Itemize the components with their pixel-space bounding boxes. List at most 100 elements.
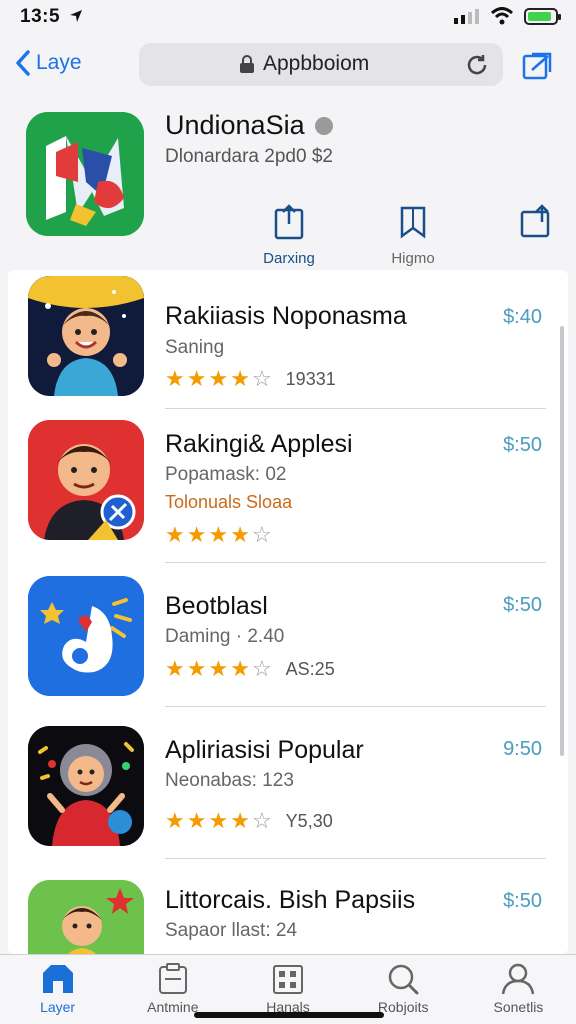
app-subtitle: Popamask: 02: [165, 464, 287, 485]
clipboard-icon: [158, 963, 187, 994]
star-filled-icon: ★: [208, 366, 229, 391]
row-divider: [165, 408, 546, 409]
row-divider: [165, 706, 546, 707]
reload-icon[interactable]: [465, 53, 489, 77]
list-item[interactable]: Rakiiasis Noponasma Saning ★ ★ ★ ★ ☆ 19331 $…: [8, 274, 568, 410]
featured-action-label: Darxing: [263, 250, 315, 267]
row-divider: [165, 858, 546, 859]
bookmark-icon: [400, 206, 426, 239]
tab-label: Robjoits: [377, 999, 429, 1015]
star-empty-icon: ☆: [251, 522, 272, 547]
back-button[interactable]: Laye: [14, 49, 82, 77]
star-filled-icon: ★: [186, 808, 207, 833]
app-subtitle: Sapaor llast: 24: [165, 920, 298, 941]
price-button[interactable]: $:50: [503, 890, 542, 913]
app-title: Rakiiasis Noponasma: [165, 302, 407, 330]
tab-label: Sonetlis: [493, 999, 544, 1015]
price-button[interactable]: $:50: [503, 434, 542, 457]
app-tag: Tolonuals Sloaa: [165, 492, 293, 512]
star-empty-icon: ☆: [251, 656, 272, 681]
star-filled-icon: ★: [165, 656, 185, 681]
list-item[interactable]: Rakingi& Applesi Popamask: 02 Tolonuals …: [8, 420, 568, 566]
featured-app-card: UndionaSia Dlonardara 2pd0 $2 Darxing Hi…: [0, 100, 576, 276]
star-filled-icon: ★: [186, 656, 207, 681]
featured-action-bookmark[interactable]: Higmo: [380, 204, 446, 267]
list-item[interactable]: Beotblasl Daming · 2.40 ★ ★ ★ ★ ☆ AS:25 $:50: [8, 576, 568, 716]
star-filled-icon: ★: [165, 366, 185, 391]
featured-title-text: UndionaSia: [165, 110, 305, 140]
star-filled-icon: ★: [208, 522, 229, 547]
cartoon-kid-icon: [28, 726, 144, 846]
grid-icon: [273, 965, 303, 994]
star-filled-icon: ★: [165, 522, 185, 547]
app-title: Beotblasl: [165, 592, 268, 620]
signal-icon: [454, 9, 479, 24]
export-icon: [520, 204, 550, 238]
home-indicator[interactable]: [194, 1012, 384, 1018]
wifi-icon: [490, 7, 514, 25]
status-bar: 13:5: [0, 0, 576, 34]
star-empty-icon: ☆: [251, 808, 272, 833]
star-filled-icon: ★: [230, 656, 250, 681]
price-button[interactable]: $:40: [503, 306, 542, 329]
list-item[interactable]: Apliriasisi Popular Neonabas: 123 ★ ★ ★ ★ ☆ …: [8, 720, 568, 870]
battery-icon: [524, 7, 561, 25]
star-filled-icon: ★: [208, 656, 229, 681]
star-filled-icon: ★: [165, 808, 185, 833]
star-filled-icon: ★: [230, 808, 250, 833]
cartoon-man-icon: [28, 420, 144, 540]
star-filled-icon: ★: [230, 522, 250, 547]
status-time: 13:5: [20, 6, 83, 28]
featured-app-icon[interactable]: [26, 112, 144, 236]
rating-count: Y5,30: [285, 810, 333, 831]
status-time-text: 13:5: [20, 6, 61, 27]
list-item[interactable]: Littorcais. Bish Papsiis Sapaor llast: 2…: [8, 878, 568, 954]
tab-label: Layer: [40, 999, 76, 1015]
app-subtitle: Saning: [165, 337, 225, 358]
back-button-label: Laye: [36, 51, 82, 74]
price-button[interactable]: 9:50: [503, 738, 542, 761]
star-filled-icon: ★: [230, 366, 250, 391]
location-arrow-icon: [69, 10, 82, 22]
rating-count: 19331: [285, 368, 336, 389]
rating-stars: ★ ★ ★ ★ ☆ Y5,30: [165, 808, 333, 834]
verified-dot-icon: [314, 116, 333, 135]
rating-stars: ★ ★ ★ ★ ☆ AS:25: [165, 656, 335, 682]
price-button[interactable]: $:50: [503, 594, 542, 617]
app-icon: [28, 726, 144, 846]
rating-stars: ★ ★ ★ ★ ☆: [165, 522, 272, 548]
music-note-icon: [28, 576, 144, 696]
tab-layer[interactable]: Layer: [0, 955, 115, 1024]
app-list[interactable]: Rakiiasis Noponasma Saning ★ ★ ★ ★ ☆ 19331 $…: [8, 270, 568, 954]
star-empty-icon: ☆: [251, 366, 272, 391]
address-text: Appbboiom: [263, 52, 370, 75]
app-subtitle: Neonabas: 123: [165, 770, 294, 791]
store-icon: [42, 965, 73, 993]
chevron-left-icon: [16, 50, 30, 76]
app-icon: [28, 420, 144, 540]
featured-action-label: Higmo: [391, 250, 435, 267]
lock-icon: [240, 55, 254, 73]
featured-app-title: UndionaSia: [165, 110, 333, 141]
app-title: Littorcais. Bish Papsiis: [165, 886, 416, 914]
featured-logo-icon: [26, 112, 144, 236]
cartoon-boy-icon: [28, 276, 144, 396]
search-icon: [388, 964, 419, 995]
tabs-icon[interactable]: [522, 50, 554, 80]
navigation-bar: Laye Appbboiom: [0, 40, 576, 92]
address-bar[interactable]: Appbboiom: [139, 43, 503, 86]
person-icon: [502, 963, 535, 995]
featured-action-export[interactable]: [504, 204, 570, 267]
app-subtitle: Daming · 2.40: [165, 626, 285, 647]
row-divider: [165, 562, 546, 563]
app-icon: [28, 880, 144, 954]
rating-count: AS:25: [285, 658, 335, 679]
star-filled-icon: ★: [208, 808, 229, 833]
app-title: Apliriasisi Popular: [165, 736, 364, 764]
app-title: Rakingi& Applesi: [165, 430, 353, 458]
featured-action-share[interactable]: Darxing: [256, 204, 322, 267]
star-filled-icon: ★: [186, 366, 207, 391]
rating-stars: ★ ★ ★ ★ ☆ 19331: [165, 366, 336, 392]
tab-sonetlis[interactable]: Sonetlis: [461, 955, 576, 1024]
featured-app-subtitle: Dlonardara 2pd0 $2: [165, 146, 333, 167]
